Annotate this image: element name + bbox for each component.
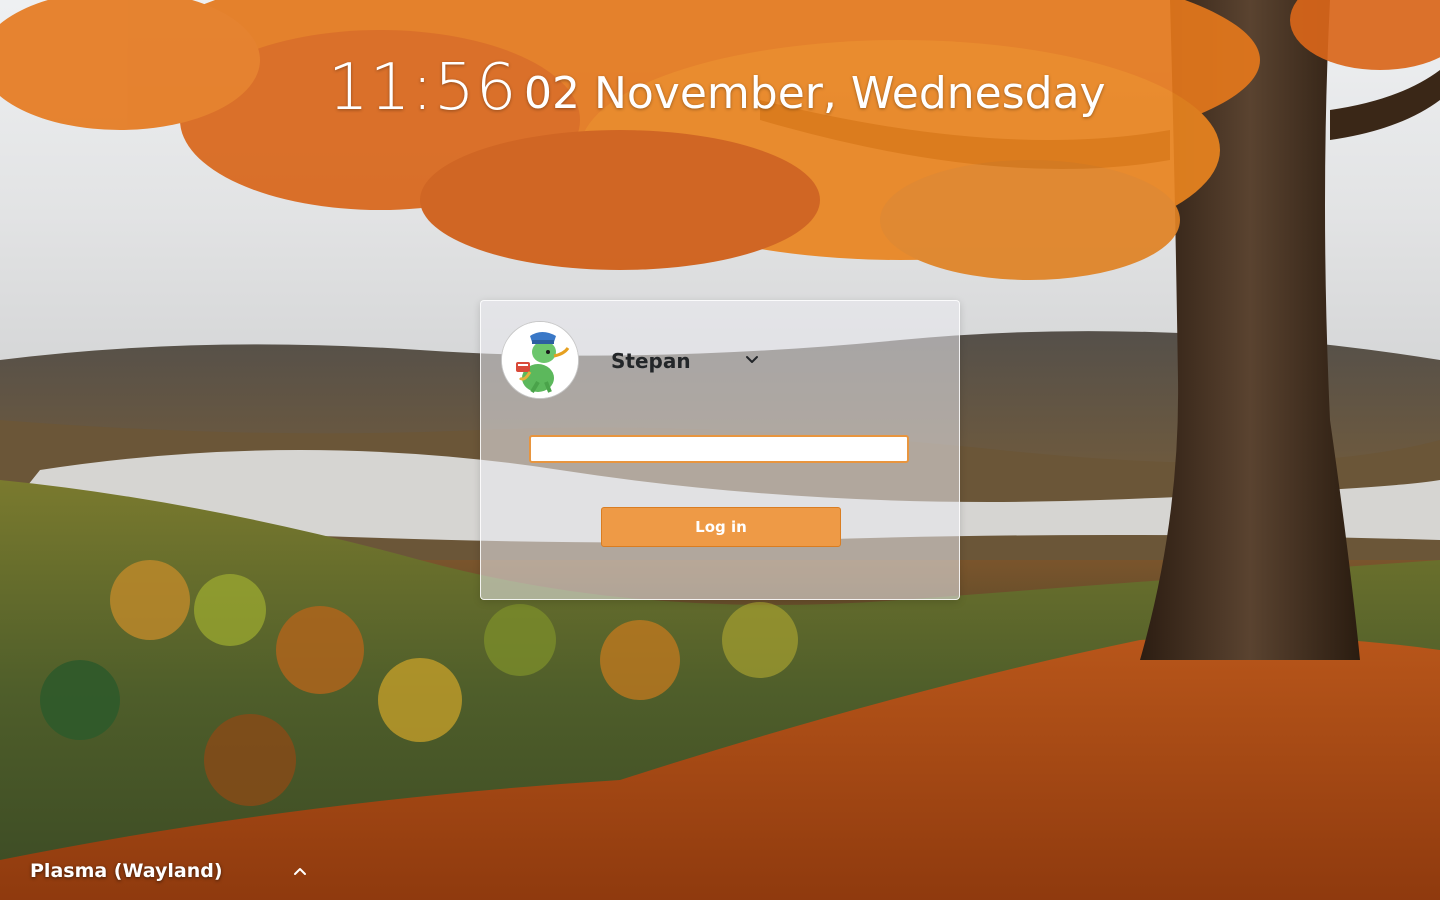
session-label: Plasma (Wayland) <box>30 860 223 882</box>
login-card: Stepan Log in <box>480 300 960 600</box>
konqi-dragon-icon <box>502 322 578 398</box>
lockscreen-clock: 11:56 <box>328 51 518 125</box>
user-switch-chevron-down-icon[interactable] <box>743 351 761 369</box>
login-button[interactable]: Log in <box>601 507 841 547</box>
chevron-up-icon <box>292 863 308 879</box>
session-selector[interactable]: Plasma (Wayland) <box>30 857 306 885</box>
password-field[interactable] <box>529 435 909 463</box>
lockscreen-date: 02 November, Wednesday <box>524 68 1106 119</box>
user-avatar[interactable] <box>501 321 579 399</box>
username-label: Stepan <box>611 349 691 373</box>
